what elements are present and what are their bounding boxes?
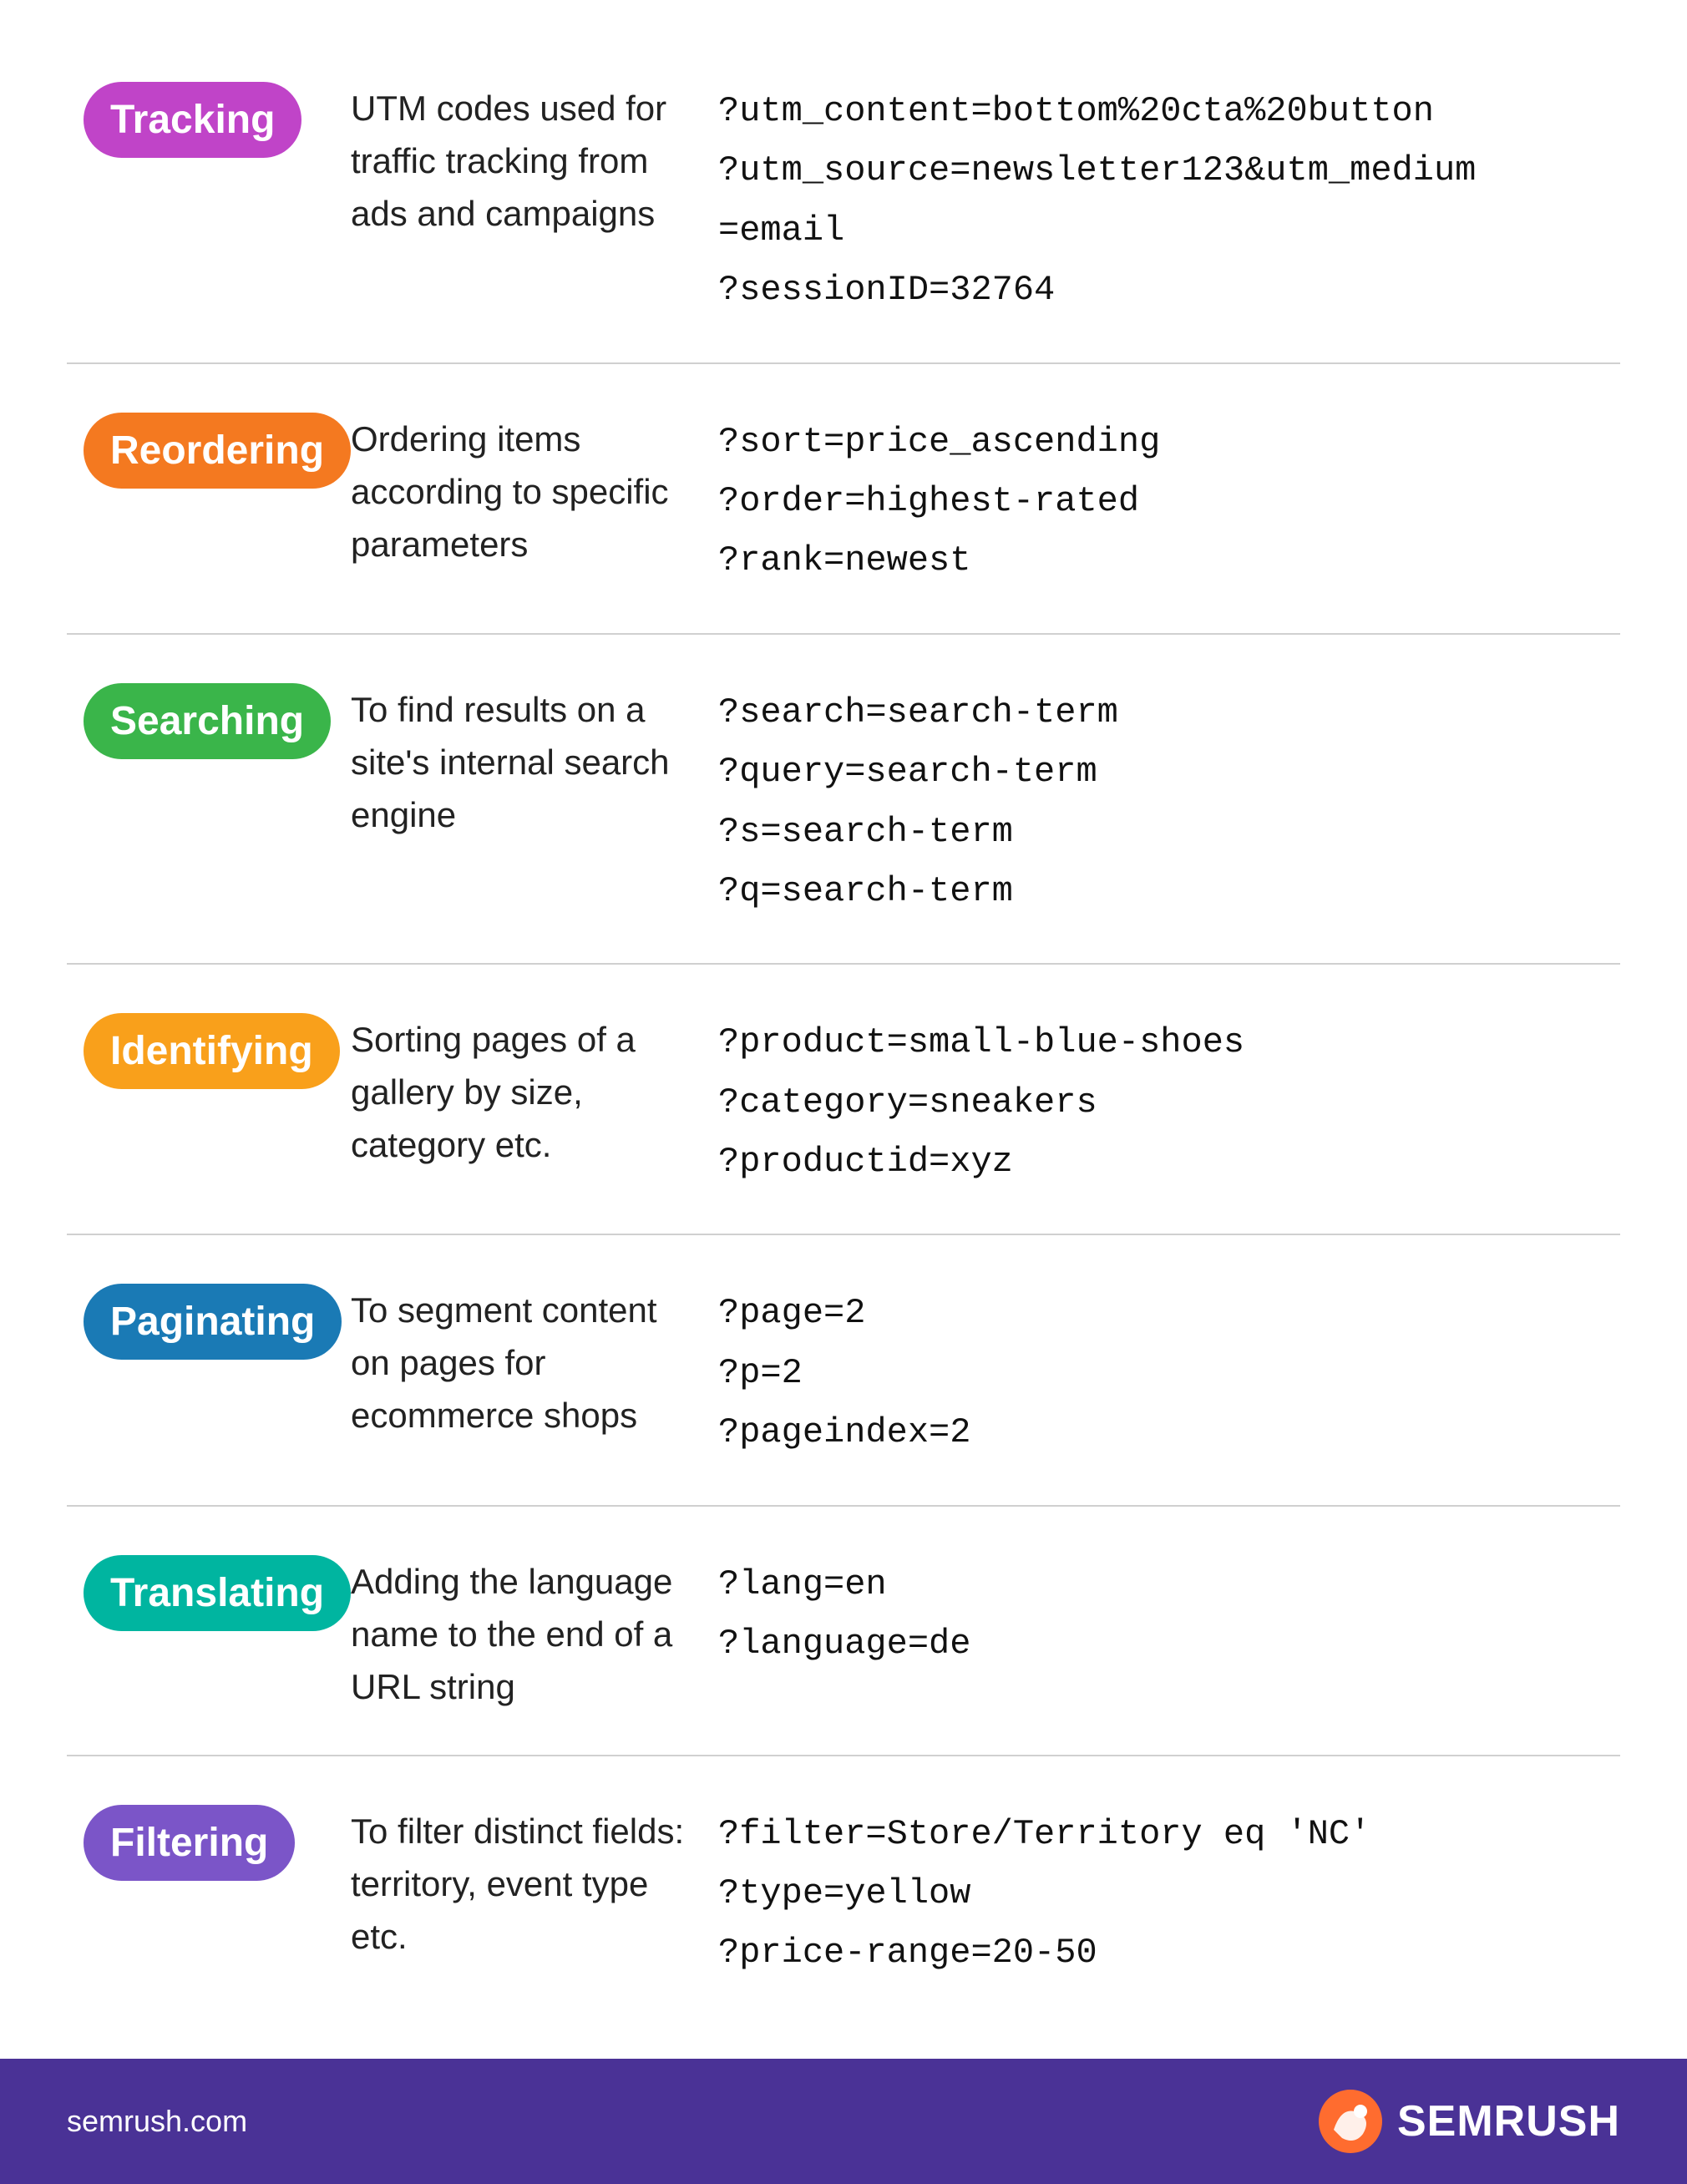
- main-content: Tracking UTM codes used for traffic track…: [0, 0, 1687, 2059]
- badge-col-identifying: Identifying: [84, 1006, 317, 1089]
- semrush-logo: SEMRUSH: [1317, 2088, 1620, 2155]
- examples-translating: ?lang=en?language=de: [718, 1548, 1603, 1675]
- badge-filtering: Filtering: [84, 1805, 295, 1881]
- badge-identifying: Identifying: [84, 1013, 340, 1089]
- desc-identifying: Sorting pages of a gallery by size, cate…: [351, 1006, 685, 1171]
- examples-reordering: ?sort=price_ascending?order=highest-rate…: [718, 406, 1603, 591]
- desc-translating: Adding the language name to the end of a…: [351, 1548, 685, 1713]
- badge-reordering: Reordering: [84, 413, 351, 489]
- footer-url: semrush.com: [67, 2104, 247, 2139]
- row-tracking: Tracking UTM codes used for traffic track…: [67, 33, 1620, 364]
- badge-paginating: Paginating: [84, 1284, 342, 1360]
- desc-filtering: To filter distinct fields: territory, ev…: [351, 1798, 685, 1963]
- row-filtering: Filtering To filter distinct fields: terr…: [67, 1756, 1620, 2025]
- badge-col-reordering: Reordering: [84, 406, 317, 489]
- badge-col-translating: Translating: [84, 1548, 317, 1631]
- row-translating: TranslatingAdding the language name to t…: [67, 1507, 1620, 1756]
- desc-tracking: UTM codes used for traffic tracking from…: [351, 75, 685, 240]
- badge-translating: Translating: [84, 1555, 351, 1631]
- badge-tracking: Tracking: [84, 82, 301, 158]
- badge-searching: Searching: [84, 683, 331, 759]
- examples-filtering: ?filter=Store/Territory eq 'NC'?type=yel…: [718, 1798, 1603, 1984]
- row-paginating: PaginatingTo segment content on pages fo…: [67, 1235, 1620, 1506]
- examples-paginating: ?page=2?p=2?pageindex=2: [718, 1277, 1603, 1462]
- badge-col-searching: Searching: [84, 676, 317, 759]
- desc-reordering: Ordering items according to specific par…: [351, 406, 685, 570]
- badge-col-tracking: Tracking: [84, 75, 317, 158]
- footer: semrush.com SEMRUSH: [0, 2059, 1687, 2184]
- semrush-text: SEMRUSH: [1397, 2096, 1620, 2146]
- examples-searching: ?search=search-term?query=search-term?s=…: [718, 676, 1603, 922]
- desc-paginating: To segment content on pages for ecommerc…: [351, 1277, 685, 1442]
- examples-tracking: ?utm_content=bottom%20cta%20button?utm_s…: [718, 75, 1603, 321]
- desc-searching: To find results on a site's internal sea…: [351, 676, 685, 841]
- semrush-icon: [1317, 2088, 1384, 2155]
- badge-col-paginating: Paginating: [84, 1277, 317, 1360]
- row-searching: Searching To find results on a site's int…: [67, 635, 1620, 965]
- row-reordering: ReorderingOrdering items according to sp…: [67, 364, 1620, 635]
- examples-identifying: ?product=small-blue-shoes?category=sneak…: [718, 1006, 1603, 1192]
- badge-col-filtering: Filtering: [84, 1798, 317, 1881]
- row-identifying: IdentifyingSorting pages of a gallery by…: [67, 965, 1620, 1235]
